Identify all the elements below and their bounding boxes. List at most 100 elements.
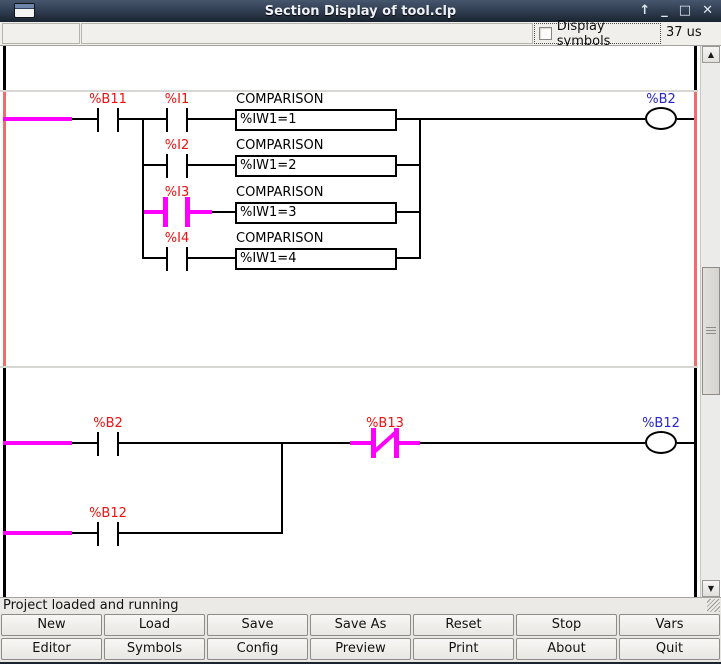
about-button[interactable]: About: [516, 638, 617, 660]
wire: [119, 532, 282, 534]
power-flow-wire: [3, 117, 72, 121]
wire: [72, 532, 97, 534]
toolbar-slot-main: [81, 23, 533, 44]
comparison-block: %IW1=4: [235, 248, 397, 270]
contact-bar: [117, 108, 119, 132]
save-as-button[interactable]: Save As: [310, 614, 411, 636]
vertical-scrollbar[interactable]: ▲ ▼: [700, 46, 720, 597]
contact-bar: [97, 432, 99, 456]
contact-label: %B11: [89, 92, 127, 107]
branch-junction-wire: [281, 442, 283, 534]
contact-bar: [97, 522, 99, 546]
contact-bar-active: [163, 197, 168, 227]
coil-label: %B12: [642, 416, 680, 431]
right-rail-selected: [694, 92, 697, 366]
quit-button[interactable]: Quit: [619, 638, 720, 660]
left-rail: [3, 46, 6, 90]
config-button[interactable]: Config: [207, 638, 308, 660]
contact-bar: [166, 247, 168, 271]
contact-label: %I3: [164, 185, 190, 200]
wire: [397, 257, 419, 259]
contact-bar: [186, 154, 188, 178]
reset-button[interactable]: Reset: [413, 614, 514, 636]
wire: [72, 118, 97, 120]
comparison-block: %IW1=3: [235, 202, 397, 224]
scroll-up-button[interactable]: ▲: [702, 46, 720, 63]
new-button[interactable]: New: [1, 614, 102, 636]
button-panel: New Load Save Save As Reset Stop Vars Ed…: [0, 613, 721, 662]
wire: [72, 442, 97, 444]
resize-grip[interactable]: [707, 599, 720, 612]
rung-separator: [0, 366, 698, 368]
vars-button[interactable]: Vars: [619, 614, 720, 636]
contact-label: %B13: [366, 416, 404, 431]
wire: [212, 211, 235, 213]
comparison-title: COMPARISON: [236, 138, 324, 153]
contact-bar: [186, 108, 188, 132]
scroll-down-button[interactable]: ▼: [702, 580, 720, 597]
comparison-title: COMPARISON: [236, 231, 324, 246]
coil-label: %B2: [646, 92, 676, 107]
contact-bar: [166, 154, 168, 178]
contact-bar: [97, 108, 99, 132]
contact-bar: [166, 108, 168, 132]
comparison-title: COMPARISON: [236, 185, 324, 200]
contact-bar: [117, 522, 119, 546]
wire: [144, 257, 166, 259]
contact-bar: [186, 247, 188, 271]
power-flow-wire: [350, 441, 373, 445]
coil: [645, 107, 677, 130]
wire: [144, 164, 166, 166]
contact-bar: [117, 432, 119, 456]
editor-button[interactable]: Editor: [1, 638, 102, 660]
branch-junction-wire: [142, 118, 144, 259]
left-rail: [3, 368, 6, 597]
left-rail-selected: [3, 92, 6, 366]
scrollbar-thumb[interactable]: [702, 267, 720, 395]
contact-label: %I1: [164, 92, 190, 107]
coil: [645, 431, 677, 454]
power-flow-wire: [190, 210, 212, 214]
status-text: Project loaded and running: [3, 598, 179, 613]
minimize-button[interactable]: _: [661, 0, 668, 22]
comparison-title: COMPARISON: [236, 92, 324, 107]
wire: [188, 257, 235, 259]
wire: [397, 164, 419, 166]
wire: [420, 442, 645, 444]
contact-label: %I2: [164, 138, 190, 153]
wire: [188, 164, 235, 166]
toolbar: Display symbols 37 us: [0, 19, 721, 49]
wire: [188, 118, 235, 120]
power-flow-wire: [3, 531, 72, 535]
wire: [119, 442, 350, 444]
window-title: Section Display of tool.clp: [264, 3, 457, 19]
right-rail: [694, 46, 697, 90]
power-flow-wire: [399, 441, 420, 445]
ladder-area: %B11 %I1 COMPARISON %IW1=1 %B2 %I2 COMPA…: [0, 46, 700, 597]
print-button[interactable]: Print: [413, 638, 514, 660]
branch-junction-wire: [419, 118, 421, 259]
right-rail: [694, 368, 697, 597]
wire: [397, 118, 419, 120]
wire: [677, 118, 694, 120]
maximize-button[interactable]: □: [679, 0, 691, 22]
stop-button[interactable]: Stop: [516, 614, 617, 636]
display-symbols-control[interactable]: Display symbols: [534, 19, 661, 49]
comparison-block: %IW1=2: [235, 155, 397, 177]
display-symbols-checkbox[interactable]: [539, 27, 552, 40]
contact-label: %I4: [164, 231, 190, 246]
contact-label: %B2: [93, 416, 123, 431]
close-button[interactable]: ✕: [702, 0, 713, 22]
window-icon[interactable]: [14, 3, 35, 18]
scan-time-label: 37 us: [666, 25, 702, 40]
comparison-block: %IW1=1: [235, 109, 397, 131]
wire: [397, 211, 419, 213]
contact-label: %B12: [89, 506, 127, 521]
scrollbar-grip: [706, 326, 716, 336]
wire: [421, 118, 645, 120]
preview-button[interactable]: Preview: [310, 638, 411, 660]
symbols-button[interactable]: Symbols: [104, 638, 205, 660]
wire: [677, 442, 694, 444]
load-button[interactable]: Load: [104, 614, 205, 636]
save-button[interactable]: Save: [207, 614, 308, 636]
